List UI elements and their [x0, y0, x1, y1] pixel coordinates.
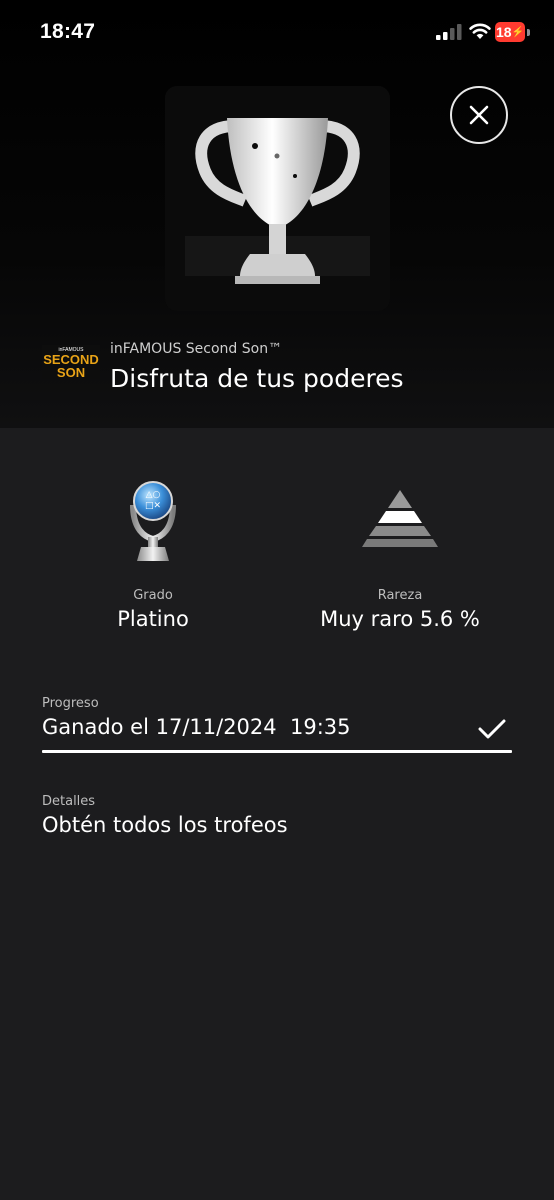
details-label: Detalles	[42, 794, 96, 809]
trophy-title: Disfruta de tus poderes	[110, 364, 404, 393]
progress-value: Ganado el 17/11/2024 19:35	[42, 715, 351, 739]
status-time: 18:47	[40, 20, 96, 43]
game-title: inFAMOUS Second Son™	[110, 341, 283, 357]
wifi-icon	[469, 23, 491, 39]
svg-text:△○: △○	[146, 490, 161, 500]
trophy-image	[165, 86, 390, 311]
rarity-value: Muy raro 5.6 %	[320, 607, 480, 631]
grade-value: Platino	[117, 607, 189, 631]
platinum-trophy-icon: △○ □✕	[130, 481, 176, 561]
battery-level: 18	[495, 24, 512, 40]
close-icon	[469, 105, 489, 125]
rarity-pyramid-icon	[362, 490, 438, 547]
infamous-second-son-logo: inFAMOUS SECOND SON	[42, 345, 100, 379]
progress-label: Progreso	[42, 696, 99, 711]
rarity-stat: Rareza Muy raro 5.6 %	[275, 470, 525, 631]
grade-label: Grado	[133, 588, 173, 603]
signal-icon	[436, 24, 462, 40]
svg-text:□✕: □✕	[145, 501, 161, 511]
battery-icon: 18 ⚡	[495, 22, 531, 42]
svg-text:SON: SON	[57, 365, 85, 379]
rarity-label: Rareza	[377, 588, 423, 603]
details-value: Obtén todos los trofeos	[42, 813, 288, 837]
close-button[interactable]	[450, 86, 508, 144]
silver-cup-trophy-art	[165, 86, 390, 311]
grade-stat: △○ □✕ Grado Platino	[28, 470, 278, 631]
checkmark-icon	[478, 719, 506, 739]
progress-bar	[42, 750, 512, 753]
